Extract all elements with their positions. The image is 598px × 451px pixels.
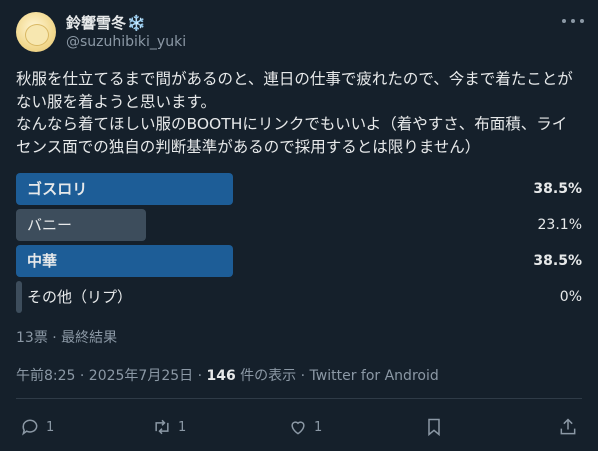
avatar[interactable] [16,12,56,52]
more-options-icon[interactable] [562,12,584,30]
heart-icon [291,421,305,435]
poll-option-percent: 38.5% [533,253,582,269]
reply-count: 1 [46,419,55,435]
view-count: 146 [206,368,236,384]
reply-button[interactable]: 1 [20,412,54,442]
retweet-icon [155,419,169,435]
bookmark-button[interactable] [424,412,444,442]
retweet-count: 1 [178,419,187,435]
share-button[interactable] [558,412,578,442]
poll-option-label: 中華 [27,252,58,270]
poll-option-percent: 23.1% [537,217,582,233]
display-name-text: 鈴響雪冬 [66,14,127,32]
poll-option-bar [16,281,22,313]
reply-icon [22,419,38,436]
divider [16,398,582,399]
retweet-button[interactable]: 1 [152,412,186,442]
poll-option-percent: 38.5% [533,181,582,197]
action-bar: 1 1 1 [16,412,582,442]
like-count: 1 [314,419,323,435]
poll-option-label: その他（リプ） [27,288,133,306]
poll: ゴスロリ 38.5% バニー 23.1% 中華 38.5% その他（リプ） 0% [16,173,582,317]
avatar-face [25,24,49,46]
poll-option-percent: 0% [559,289,582,305]
poll-option: バニー 23.1% [16,209,582,241]
poll-option: ゴスロリ 38.5% [16,173,582,205]
poll-option: 中華 38.5% [16,245,582,277]
display-name[interactable]: 鈴響雪冬❄️ [66,12,146,33]
poll-option-label: バニー [27,216,73,234]
tweet-time[interactable]: 午前8:25 · 2025年7月25日 · [16,368,207,384]
poll-option: その他（リプ） 0% [16,281,582,313]
tweet-timestamp: 午前8:25 · 2025年7月25日 · 146 件の表示 · Twitter… [16,365,439,385]
like-button[interactable]: 1 [288,412,322,442]
user-handle[interactable]: @suzuhibiki_yuki [66,34,186,50]
tweet-text: 秋服を仕立てるまで間があるのと、連日の仕事で疲れたので、今まで着たことがない服を… [16,70,573,156]
snowflake-emoji: ❄️ [127,14,146,32]
share-icon [560,418,576,435]
view-label: 件の表示 · Twitter for Android [235,368,439,384]
poll-vote-summary: 13票 · 最終結果 [16,330,118,346]
poll-option-label: ゴスロリ [27,180,88,198]
bookmark-icon [428,418,440,437]
